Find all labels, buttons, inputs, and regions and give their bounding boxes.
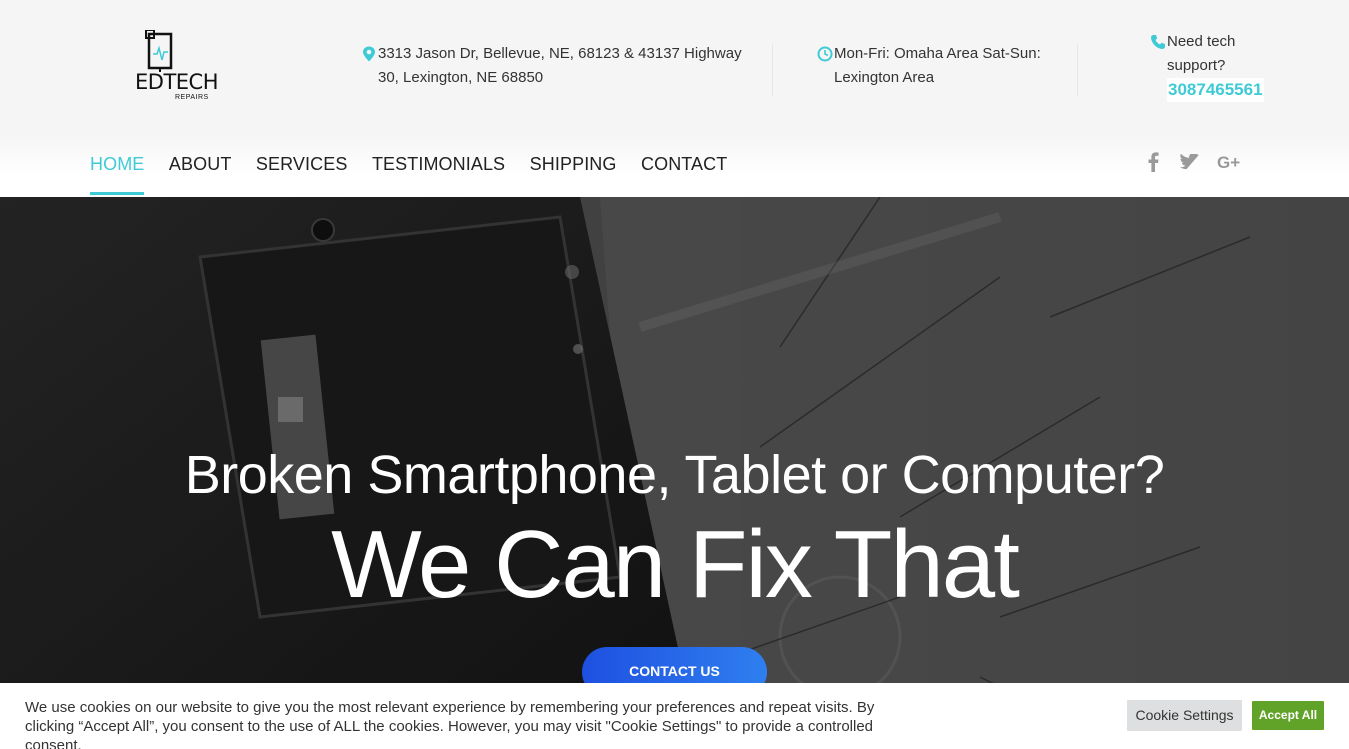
phone-icon	[1151, 35, 1165, 49]
nav-item-testimonials[interactable]: TESTIMONIALS	[372, 152, 505, 195]
nav-item-contact[interactable]: CONTACT	[641, 152, 727, 195]
header-divider	[1077, 44, 1078, 96]
address-info: 3313 Jason Dr, Bellevue, NE, 68123 & 431…	[362, 42, 762, 90]
hero-section: Broken Smartphone, Tablet or Computer? W…	[0, 197, 1349, 749]
nav-item-services[interactable]: SERVICES	[256, 152, 348, 195]
cookie-settings-button[interactable]: Cookie Settings	[1127, 700, 1242, 731]
facebook-icon[interactable]	[1147, 152, 1159, 172]
top-header: EDTECH REPAIRS 3313 Jason Dr, Bellevue, …	[0, 0, 1349, 197]
accept-all-button[interactable]: Accept All	[1252, 701, 1324, 730]
map-marker-icon	[363, 46, 375, 62]
hours-info: Mon-Fri: Omaha Area Sat-Sun: Lexington A…	[817, 42, 1057, 90]
hero-title: We Can Fix That	[331, 511, 1020, 618]
support-text: Need tech support?	[1167, 33, 1236, 74]
hero-subtitle: Broken Smartphone, Tablet or Computer?	[184, 445, 1165, 505]
support-info: Need tech support?	[1150, 30, 1280, 78]
address-text: 3313 Jason Dr, Bellevue, NE, 68123 & 431…	[378, 45, 742, 86]
google-plus-icon[interactable]: G+	[1217, 153, 1240, 173]
logo[interactable]: EDTECH REPAIRS	[135, 30, 219, 104]
nav-item-about[interactable]: ABOUT	[169, 152, 232, 195]
cookie-banner: We use cookies on our website to give yo…	[0, 683, 1349, 749]
header-divider	[772, 44, 773, 96]
hours-text: Mon-Fri: Omaha Area Sat-Sun: Lexington A…	[834, 45, 1041, 86]
logo-text: EDTECH	[135, 70, 219, 94]
logo-subtext: REPAIRS	[175, 94, 209, 101]
main-nav: HOME ABOUT SERVICES TESTIMONIALS SHIPPIN…	[90, 152, 752, 195]
clock-icon	[817, 46, 833, 62]
twitter-icon[interactable]	[1180, 152, 1200, 174]
nav-item-home[interactable]: HOME	[90, 152, 145, 195]
support-phone-link[interactable]: 3087465561	[1167, 78, 1264, 102]
cookie-consent-text: We use cookies on our website to give yo…	[25, 699, 875, 749]
phone-repair-logo-icon	[145, 30, 173, 72]
nav-item-shipping[interactable]: SHIPPING	[530, 152, 617, 195]
